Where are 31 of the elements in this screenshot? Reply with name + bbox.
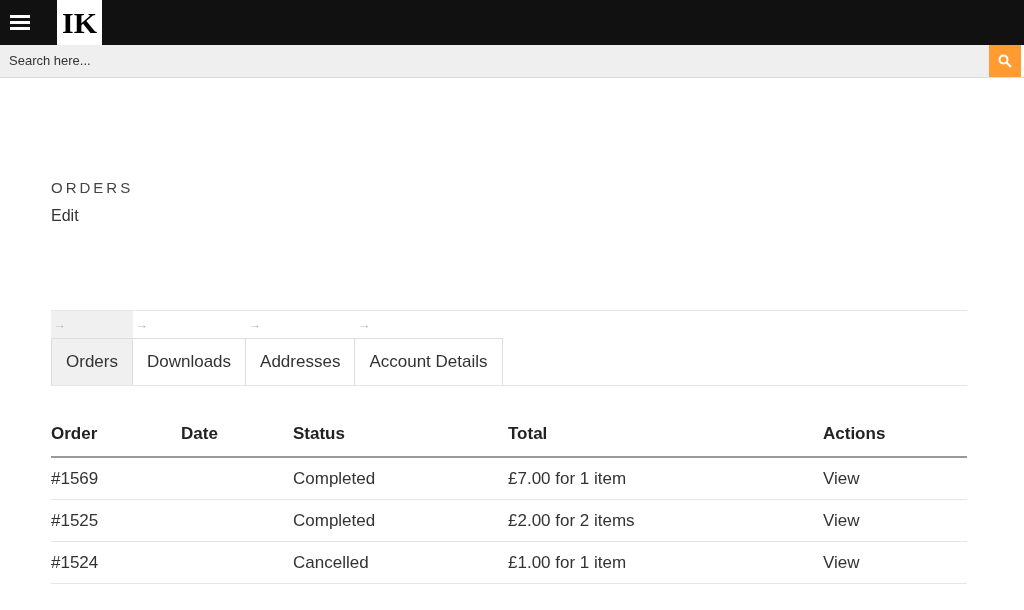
- table-cell: £2.00 for 2 items: [508, 510, 635, 530]
- search-field[interactable]: Search here...: [0, 45, 989, 77]
- view-link[interactable]: View: [823, 468, 860, 488]
- edit-link[interactable]: Edit: [51, 206, 79, 226]
- table-cell: #1569: [51, 468, 99, 488]
- arrow-icon: →: [246, 311, 264, 338]
- table-cell: Completed: [293, 468, 376, 488]
- table-cell: Completed: [293, 510, 376, 530]
- table-cell: £7.00 for 1 item: [508, 468, 627, 488]
- tab[interactable]: → Account Details: [355, 311, 503, 385]
- tab[interactable]: → Orders: [51, 311, 133, 385]
- tab[interactable]: → Addresses: [246, 311, 356, 385]
- table-cell: #1525: [51, 510, 99, 530]
- arrow-icon: →: [132, 311, 150, 338]
- column-header: Status: [293, 424, 345, 444]
- tab[interactable]: → Downloads: [132, 311, 247, 385]
- search-icon: [998, 54, 1012, 68]
- table-cell: £1.00 for 1 item: [508, 552, 627, 572]
- menu-icon[interactable]: [10, 15, 30, 30]
- arrow-icon: →: [355, 311, 373, 338]
- column-header: Order: [51, 424, 98, 444]
- view-link[interactable]: View: [823, 552, 860, 572]
- column-header: Date: [181, 424, 218, 444]
- page-title: ORDERS: [51, 179, 135, 197]
- view-link[interactable]: View: [823, 510, 860, 530]
- table-cell: #1524: [51, 552, 99, 572]
- table-cell: Cancelled: [293, 552, 369, 572]
- column-header: Actions: [823, 424, 886, 444]
- column-header: Total: [508, 424, 548, 444]
- logo[interactable]: IK: [57, 0, 102, 45]
- arrow-icon: →: [51, 311, 68, 338]
